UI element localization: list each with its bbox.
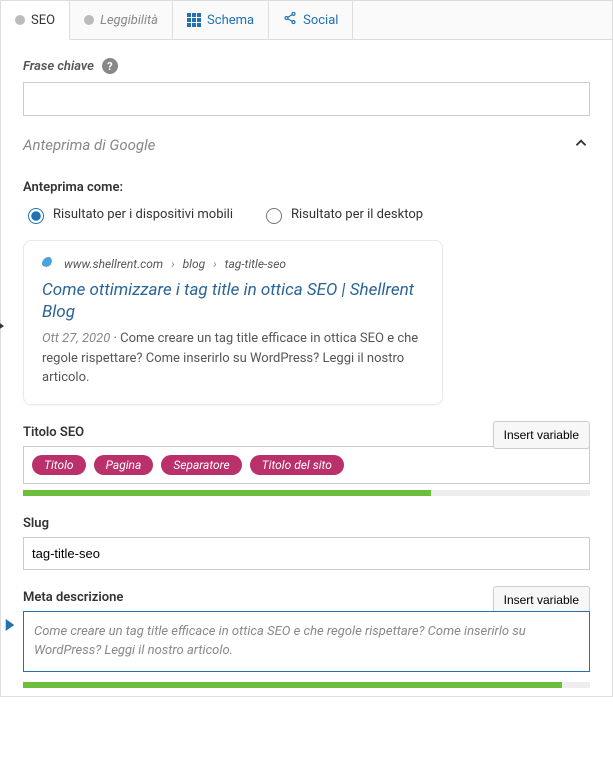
snippet-crumb-1: blog (183, 257, 206, 271)
snippet-domain: www.shellrent.com (64, 257, 163, 271)
snippet-description: Ott 27, 2020 · Come creare un tag title … (42, 329, 424, 388)
preview-as-label: Anteprima come: (23, 180, 590, 195)
share-icon (283, 11, 297, 29)
snippet-crumb-2: tag-title-seo (225, 257, 286, 271)
snippet-date: Ott 27, 2020 (42, 331, 110, 346)
favicon-icon (42, 257, 56, 271)
tab-bar: SEO Leggibilità Schema Social (1, 1, 612, 40)
seo-title-input[interactable]: Titolo Pagina Separatore Titolo del sito (23, 446, 590, 484)
status-dot-icon (84, 15, 94, 25)
grid-icon (187, 13, 201, 27)
variable-pill[interactable]: Titolo del sito (250, 455, 344, 475)
variable-pill[interactable]: Separatore (161, 455, 241, 475)
slug-input[interactable] (23, 537, 590, 570)
tab-readability-label: Leggibilità (100, 13, 158, 28)
tab-schema[interactable]: Schema (173, 1, 269, 39)
radio-mobile-label: Risultato per i dispositivi mobili (53, 207, 233, 222)
tab-schema-label: Schema (207, 13, 254, 28)
snippet-url-row: www.shellrent.com › blog › tag-title-seo (42, 257, 424, 271)
tab-readability[interactable]: Leggibilità (70, 1, 173, 39)
seo-title-progress (23, 490, 590, 496)
google-preview-title: Anteprima di Google (23, 136, 155, 154)
status-dot-icon (15, 15, 25, 25)
meta-description-block: Insert variable Meta descrizione (23, 590, 590, 688)
radio-desktop-label: Risultato per il desktop (291, 207, 423, 222)
variable-pill[interactable]: Titolo (32, 455, 86, 475)
progress-bar (23, 490, 431, 496)
breadcrumb-sep-icon: › (171, 257, 175, 271)
radio-desktop-input[interactable] (266, 208, 282, 224)
focus-keyphrase-label-row: Frase chiave ? (23, 58, 590, 74)
breadcrumb-sep-icon: › (213, 257, 217, 271)
insert-variable-button[interactable]: Insert variable (493, 586, 590, 614)
slug-label: Slug (23, 516, 590, 531)
tab-social[interactable]: Social (269, 1, 353, 39)
radio-desktop[interactable]: Risultato per il desktop (261, 205, 423, 224)
slug-block: Slug (23, 516, 590, 570)
insert-variable-button[interactable]: Insert variable (493, 421, 590, 449)
tab-social-label: Social (303, 13, 338, 28)
variable-pill[interactable]: Pagina (94, 455, 154, 475)
google-preview-header[interactable]: Anteprima di Google (23, 116, 590, 162)
help-icon[interactable]: ? (102, 58, 118, 74)
caret-right-icon (0, 319, 5, 337)
seo-metabox: SEO Leggibilità Schema Social Frase chi (0, 0, 613, 697)
preview-mode-radios: Risultato per i dispositivi mobili Risul… (23, 205, 590, 224)
focus-keyphrase-label: Frase chiave (23, 59, 94, 74)
chevron-up-icon (572, 134, 590, 156)
progress-bar (23, 682, 562, 688)
tab-seo[interactable]: SEO (1, 1, 70, 40)
seo-title-block: Insert variable Titolo SEO Titolo Pagina… (23, 425, 590, 496)
tab-seo-label: SEO (31, 13, 55, 28)
panel-body: Frase chiave ? Anteprima di Google Antep… (1, 40, 612, 696)
radio-mobile-input[interactable] (28, 208, 44, 224)
caret-right-icon (5, 619, 15, 635)
meta-description-input[interactable] (23, 611, 590, 672)
radio-mobile[interactable]: Risultato per i dispositivi mobili (23, 205, 233, 224)
snippet-preview-card[interactable]: www.shellrent.com › blog › tag-title-seo… (23, 240, 443, 405)
meta-description-progress (23, 682, 590, 688)
snippet-title: Come ottimizzare i tag title in ottica S… (42, 279, 424, 323)
focus-keyphrase-input[interactable] (23, 82, 590, 116)
